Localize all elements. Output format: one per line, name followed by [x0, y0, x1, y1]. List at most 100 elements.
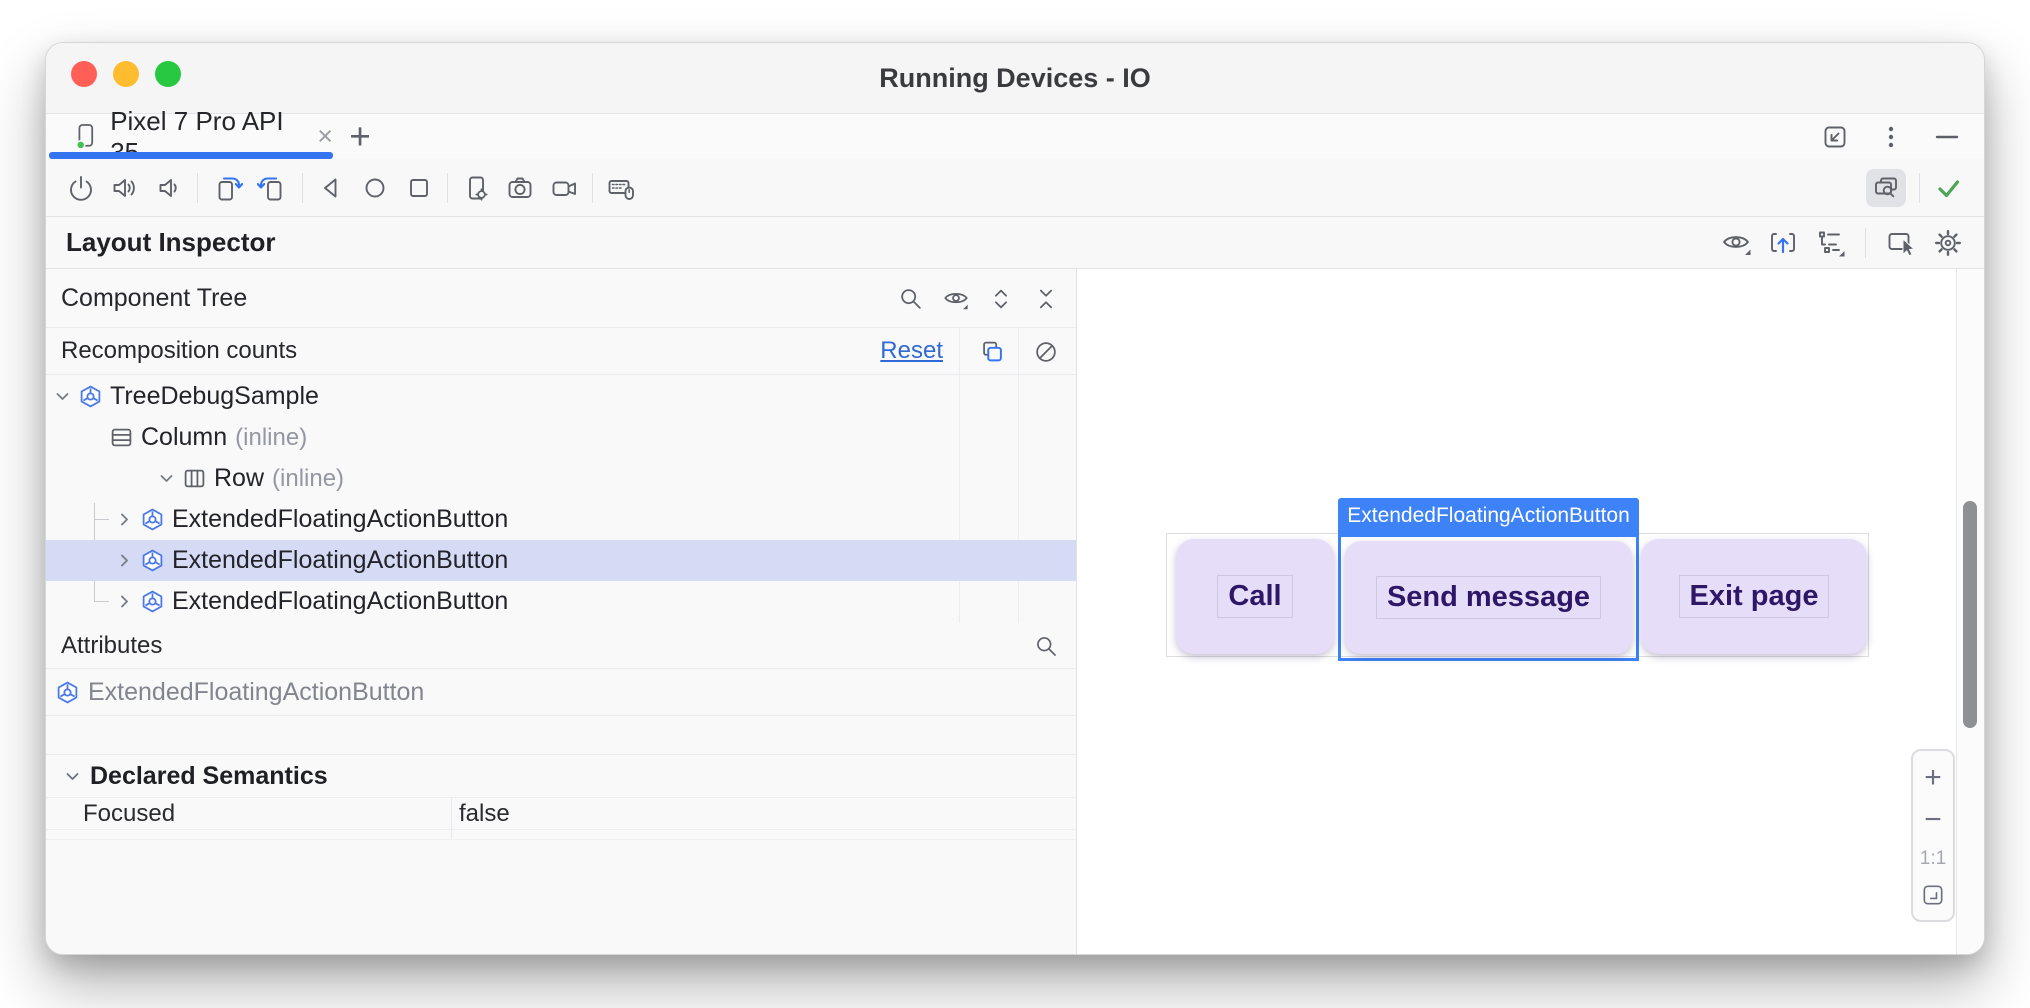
more-options-icon[interactable] [1876, 122, 1906, 152]
select-component-icon[interactable] [1885, 227, 1917, 259]
tree-node-suffix: (inline) [235, 424, 307, 452]
chevron-right-icon[interactable] [116, 593, 133, 610]
tree-options-icon[interactable] [1814, 227, 1846, 259]
reset-counts-link[interactable]: Reset [880, 337, 943, 365]
settings-gear-icon[interactable] [1932, 227, 1964, 259]
hide-panel-icon[interactable] [1932, 122, 1962, 152]
tree-node-treedebugsample[interactable]: TreeDebugSample [46, 376, 1076, 417]
layout-inspector-bar: Layout Inspector [46, 217, 1984, 269]
screenshot-icon[interactable] [505, 173, 535, 203]
new-tab-button[interactable]: + [338, 116, 382, 157]
home-icon[interactable] [360, 173, 390, 203]
declared-semantics-title: Declared Semantics [90, 762, 328, 791]
zoom-one-to-one-button[interactable]: 1:1 [1920, 848, 1946, 870]
volume-down-icon[interactable] [154, 173, 184, 203]
tree-node-efab-3[interactable]: ExtendedFloatingActionButton [46, 581, 1076, 622]
rotate-right-icon[interactable] [257, 173, 289, 203]
back-icon[interactable] [316, 173, 346, 203]
tree-node-label: ExtendedFloatingActionButton [172, 587, 508, 616]
search-icon[interactable] [897, 285, 925, 313]
volume-up-icon[interactable] [110, 173, 140, 203]
zoom-to-fit-icon[interactable] [1920, 882, 1946, 908]
row-layout-icon [183, 467, 206, 490]
dock-window-icon[interactable] [1820, 122, 1850, 152]
send-message-button[interactable]: Send message [1345, 541, 1632, 654]
tree-node-suffix: (inline) [272, 465, 344, 493]
toolbar-divider [1865, 228, 1866, 258]
column-layout-icon [110, 426, 133, 449]
toolbar-divider [447, 173, 448, 203]
layout-inspector-toggle-icon [1871, 173, 1901, 203]
attribute-row-focused: Focused false [46, 798, 1076, 830]
attribute-name: Focused [83, 800, 175, 828]
compose-node-icon [56, 681, 79, 704]
recomposition-counts-row: Recomposition counts Reset [46, 328, 1076, 375]
toolbar-divider [1919, 173, 1920, 203]
tree-node-label: ExtendedFloatingActionButton [172, 505, 508, 534]
chevron-down-icon[interactable] [64, 768, 81, 785]
device-render-panel: Call ExtendedFloatingActionButton Send m… [1077, 269, 1985, 955]
selection-tooltip: ExtendedFloatingActionButton [1338, 498, 1639, 534]
close-tab-icon[interactable]: × [317, 123, 333, 150]
zoom-in-button[interactable]: + [1924, 763, 1942, 793]
chevron-right-icon[interactable] [116, 552, 133, 569]
screen-record-icon[interactable] [549, 173, 579, 203]
title-bar: Running Devices - IO [46, 43, 1984, 114]
toolbar-divider [592, 173, 593, 203]
compose-node-icon [141, 549, 164, 572]
tree-node-efab-1[interactable]: ExtendedFloatingActionButton [46, 499, 1076, 540]
zoom-out-button[interactable]: − [1924, 805, 1942, 835]
chevron-down-icon[interactable] [158, 470, 175, 487]
declared-semantics-header[interactable]: Declared Semantics [46, 754, 1076, 798]
exit-page-button[interactable]: Exit page [1641, 539, 1867, 654]
export-snapshot-icon[interactable] [1767, 227, 1799, 259]
rotate-left-icon[interactable] [211, 173, 243, 203]
toolbar-divider [302, 173, 303, 203]
active-tab-indicator [49, 152, 333, 159]
attributes-title: Attributes [61, 632, 162, 660]
call-button[interactable]: Call [1176, 539, 1334, 654]
chevron-down-icon[interactable] [54, 388, 71, 405]
collapse-all-icon[interactable] [1032, 285, 1060, 313]
exit-page-button-label: Exit page [1679, 575, 1830, 618]
hardware-input-icon[interactable] [606, 173, 636, 203]
compose-node-icon [79, 385, 102, 408]
layout-inspector-toggle-button[interactable] [1866, 169, 1906, 207]
highlight-recomposition-icon[interactable] [978, 338, 1006, 366]
component-tree-header: Component Tree [46, 269, 1076, 328]
component-tree-title: Component Tree [61, 284, 247, 313]
selection-bounds: Send message [1338, 534, 1639, 661]
power-icon[interactable] [66, 173, 96, 203]
tree-node-label: TreeDebugSample [110, 382, 319, 411]
device-toolbar [46, 159, 1984, 217]
send-message-button-label: Send message [1376, 576, 1601, 619]
window-title: Running Devices - IO [46, 43, 1984, 114]
compose-node-icon [141, 590, 164, 613]
chevron-right-icon[interactable] [116, 511, 133, 528]
call-button-label: Call [1217, 575, 1292, 618]
tree-node-row[interactable]: Row (inline) [46, 458, 1076, 499]
tree-node-label: ExtendedFloatingActionButton [172, 546, 508, 575]
device-tab-bar: Pixel 7 Pro API 35 × + [46, 114, 1984, 159]
selected-component-name: ExtendedFloatingActionButton [88, 678, 424, 707]
device-settings-icon[interactable] [461, 173, 491, 203]
overview-icon[interactable] [404, 173, 434, 203]
layout-inspector-title: Layout Inspector [66, 227, 275, 258]
clear-counts-icon[interactable] [1032, 338, 1060, 366]
check-icon[interactable] [1933, 173, 1964, 203]
phone-device-icon [75, 121, 96, 152]
highlight-visibility-icon[interactable] [942, 285, 970, 313]
scrollbar-thumb[interactable] [1963, 501, 1977, 728]
selected-component-row: ExtendedFloatingActionButton [46, 669, 1076, 716]
visibility-options-icon[interactable] [1720, 227, 1752, 259]
tree-node-efab-2-selected[interactable]: ExtendedFloatingActionButton [46, 540, 1076, 581]
running-devices-window: Running Devices - IO Pixel 7 Pro API 35 … [45, 42, 1985, 955]
tree-node-label: Column [141, 423, 227, 452]
attribute-value: false [459, 800, 510, 828]
compose-node-icon [141, 508, 164, 531]
expand-all-icon[interactable] [987, 285, 1015, 313]
tree-node-label: Row [214, 464, 264, 493]
tree-node-column[interactable]: Column (inline) [46, 417, 1076, 458]
attribute-table-tail [46, 830, 1076, 840]
search-icon[interactable] [1033, 633, 1060, 660]
